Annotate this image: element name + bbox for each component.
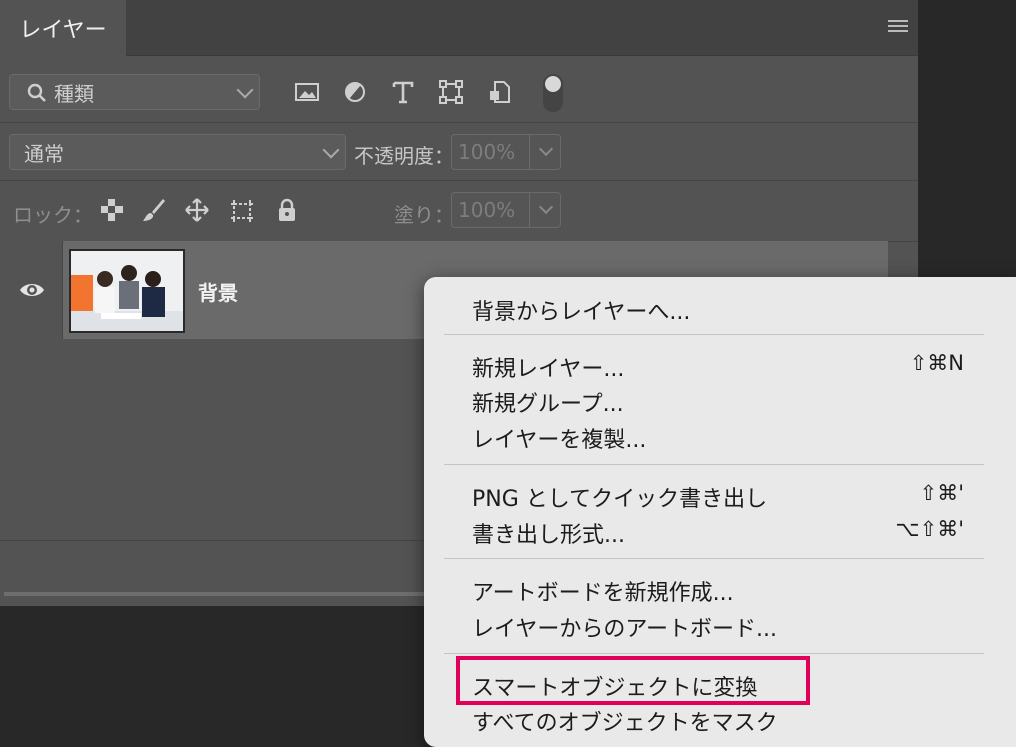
fill-field[interactable]: 100%	[451, 192, 561, 228]
visibility-toggle[interactable]	[0, 241, 63, 339]
menu-separator	[444, 558, 984, 559]
opacity-label: 不透明度：	[354, 144, 454, 168]
menu-item-quick-export-png[interactable]: PNG としてクイック書き出し	[472, 481, 767, 513]
panel-menu-icon[interactable]	[888, 20, 908, 34]
layer-thumbnail	[69, 249, 185, 333]
fill-value: 100%	[458, 198, 516, 222]
lock-row: ロック： 塗り： 100%	[0, 180, 918, 242]
filter-kind-dropdown[interactable]: 種類	[9, 74, 260, 110]
search-icon	[27, 83, 46, 102]
chevron-down-icon	[538, 141, 554, 157]
filter-toggle[interactable]	[543, 74, 563, 112]
menu-item-new-group[interactable]: 新規グループ...	[472, 386, 624, 418]
chevron-down-icon	[236, 81, 254, 99]
panel-tab-bar: レイヤー	[0, 0, 918, 56]
blend-mode-label: 通常	[24, 141, 64, 166]
shortcut-new-layer: ⇧⌘N	[909, 351, 964, 375]
chevron-down-icon	[322, 141, 340, 159]
menu-item-new-layer[interactable]: 新規レイヤー...	[472, 351, 624, 383]
type-icon[interactable]	[390, 79, 416, 105]
highlight-box	[456, 656, 810, 705]
menu-item-mask-all-objects[interactable]: すべてのオブジェクトをマスク	[472, 705, 778, 737]
menu-item-export-as[interactable]: 書き出し形式...	[472, 517, 625, 549]
lock-label: ロック：	[13, 203, 93, 227]
fill-label: 塗り：	[394, 203, 454, 227]
shortcut-quick-export: ⇧⌘'	[919, 481, 964, 505]
menu-item-layer-from-background[interactable]: 背景からレイヤーへ...	[472, 294, 690, 326]
lock-transparency-icon[interactable]	[99, 197, 125, 223]
opacity-value: 100%	[458, 140, 516, 164]
opacity-field[interactable]: 100%	[451, 134, 561, 170]
lock-position-icon[interactable]	[184, 197, 210, 223]
menu-item-duplicate-layer[interactable]: レイヤーを複製...	[472, 422, 646, 454]
shape-icon[interactable]	[438, 79, 464, 105]
image-icon[interactable]	[294, 79, 320, 105]
adjustment-icon[interactable]	[342, 79, 368, 105]
layer-name[interactable]: 背景	[198, 277, 238, 306]
filter-kind-label: 種類	[54, 81, 94, 106]
lock-paint-icon[interactable]	[141, 197, 167, 223]
menu-separator	[444, 653, 984, 654]
chevron-down-icon	[538, 199, 554, 215]
shortcut-export-as: ⌥⇧⌘'	[895, 517, 964, 541]
blend-row: 通常 不透明度： 100%	[0, 122, 918, 181]
menu-item-new-artboard[interactable]: アートボードを新規作成...	[472, 575, 734, 607]
menu-separator	[444, 334, 984, 335]
eye-icon[interactable]	[19, 281, 45, 299]
menu-item-artboard-from-layers[interactable]: レイヤーからのアートボード...	[472, 611, 777, 643]
smart-object-icon[interactable]	[487, 79, 513, 105]
lock-artboard-icon[interactable]	[229, 197, 255, 223]
filter-row: 種類	[0, 56, 918, 123]
lock-all-icon[interactable]	[274, 197, 300, 223]
menu-separator	[444, 464, 984, 465]
tab-layers[interactable]: レイヤー	[0, 0, 126, 56]
blend-mode-dropdown[interactable]: 通常	[9, 134, 346, 170]
